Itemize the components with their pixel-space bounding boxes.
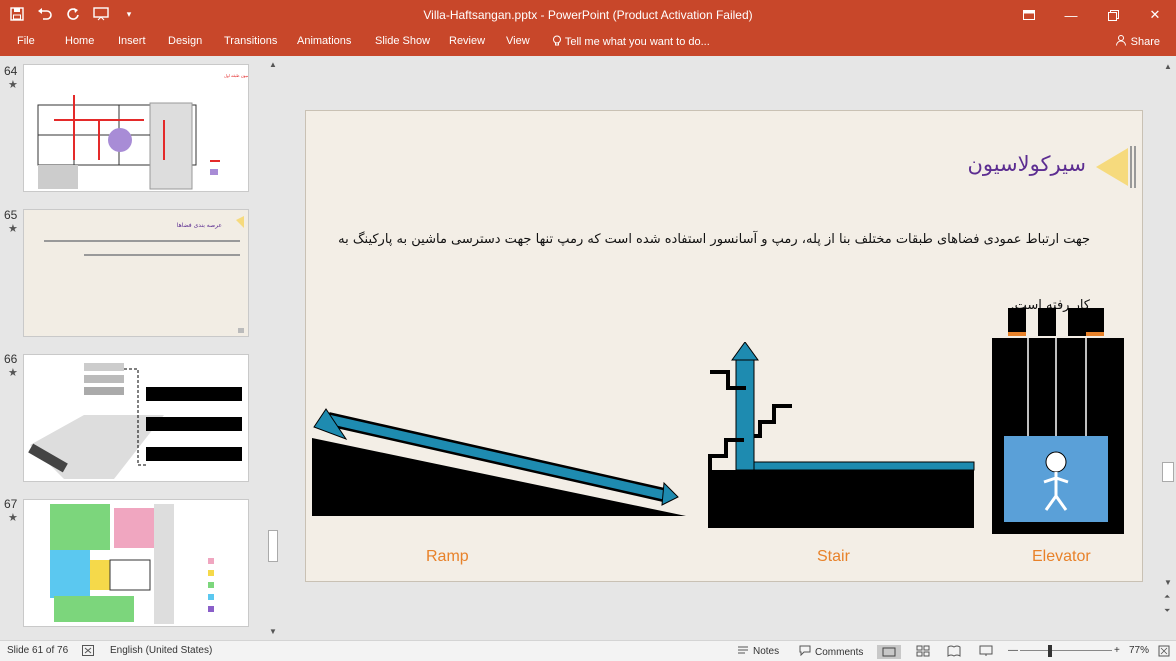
stair-diagram [708,342,975,528]
tell-me-search[interactable]: Tell me what you want to do... [552,35,710,48]
language-indicator[interactable]: English (United States) [110,645,212,656]
title-bar: ▾ Villa-Haftsangan.pptx - PowerPoint (Pr… [0,0,1176,30]
tab-insert[interactable]: Insert [118,35,146,47]
zoning-diagram-image [28,363,242,479]
minimize-icon[interactable]: — [1050,0,1092,30]
close-icon[interactable]: ✕ [1134,0,1176,30]
svg-text:سیرکولاسیون طبقه اول: سیرکولاسیون طبقه اول [224,73,249,78]
animation-star-icon: ★ [8,79,18,91]
thumb-number: 64 [4,64,18,78]
zoom-level[interactable]: 77% [1129,645,1149,656]
ramp-label: Ramp [426,548,469,565]
slide-title[interactable]: سیرکولاسیون [958,152,1086,176]
tab-design[interactable]: Design [168,35,202,47]
window-controls: — ✕ [1008,0,1176,30]
fit-to-window-icon[interactable] [1158,645,1170,657]
spell-check-icon[interactable] [82,645,94,656]
ribbon-display-icon[interactable] [1008,0,1050,30]
animation-star-icon: ★ [8,512,18,524]
tab-view[interactable]: View [506,35,530,47]
tab-slide-show[interactable]: Slide Show [375,35,430,47]
zoom-slider-thumb[interactable] [1048,645,1052,657]
zoom-out-icon[interactable]: — [1008,645,1018,656]
floor-plan-circulation-image: سیرکولاسیون طبقه اول [37,73,249,190]
tab-transitions[interactable]: Transitions [224,35,277,47]
ramp-diagram [312,408,686,516]
slide-thumbnail-66[interactable] [23,354,249,482]
person-icon [1115,34,1127,49]
colored-zoning-plan-image [50,504,214,624]
comment-icon [799,645,811,659]
thumb-number: 66 [4,352,18,366]
zoom-slider[interactable] [1020,650,1112,651]
scrollbar-thumb[interactable] [1162,462,1174,482]
animation-star-icon: ★ [8,367,18,379]
reading-view-icon[interactable] [947,645,961,657]
share-label: Share [1130,35,1160,48]
elevator-diagram [992,308,1124,534]
normal-view-button[interactable] [877,645,901,659]
animation-star-icon: ★ [8,223,18,235]
restore-icon[interactable] [1092,0,1134,30]
tab-file[interactable]: File [17,35,35,47]
slide-counter[interactable]: Slide 61 of 76 [7,645,68,656]
scrollbar-thumb[interactable] [268,530,278,562]
tab-home[interactable]: Home [65,35,94,47]
zoom-in-icon[interactable]: + [1114,645,1120,656]
slide-body-text[interactable]: جهت ارتباط عمودی فضاهای طبقات مختلف بنا … [324,207,1090,339]
stair-label: Stair [817,548,850,565]
share-button[interactable]: Share [1115,34,1160,49]
elevator-label: Elevator [1032,548,1091,565]
slide-thumbnail-65[interactable]: عرصه بندی فضاها [23,209,249,337]
slide-sorter-icon[interactable] [916,645,930,657]
scroll-up-icon[interactable]: ▲ [269,60,277,69]
next-slide-icon[interactable]: ⏷ [1164,606,1170,616]
scroll-down-icon[interactable]: ▼ [1164,578,1172,587]
slide-scrollbar[interactable]: ▲ ▼ ⏶ ⏷ [1160,56,1176,640]
notes-icon [737,645,749,658]
thumbnail-scrollbar[interactable]: ▲ ▼ [266,56,280,640]
slideshow-view-icon[interactable] [979,645,993,657]
tab-review[interactable]: Review [449,35,485,47]
lightbulb-icon [552,35,565,48]
comments-button[interactable]: Comments [799,645,863,659]
ribbon-tabs: File Home Insert Design Transitions Anim… [0,30,1176,56]
notes-button[interactable]: Notes [737,645,779,658]
slide-thumbnail-67[interactable] [23,499,249,627]
slide-thumbnail-64[interactable]: سیرکولاسیون طبقه اول [23,64,249,192]
text-lines-image [44,216,244,333]
notes-label: Notes [753,646,780,657]
status-bar: Slide 61 of 76 English (United States) N… [0,640,1176,661]
scroll-down-icon[interactable]: ▼ [269,627,277,636]
window-title: Villa-Haftsangan.pptx - PowerPoint (Prod… [423,8,753,22]
previous-slide-icon[interactable]: ⏶ [1164,592,1170,602]
tell-me-text: Tell me what you want to do... [564,36,710,48]
tab-animations[interactable]: Animations [297,35,351,47]
scroll-up-icon[interactable]: ▲ [1164,62,1172,71]
title-accent-arrow-icon [1096,146,1136,188]
comments-label: Comments [815,646,864,658]
thumb-number: 65 [4,208,18,222]
thumb-number: 67 [4,497,18,511]
